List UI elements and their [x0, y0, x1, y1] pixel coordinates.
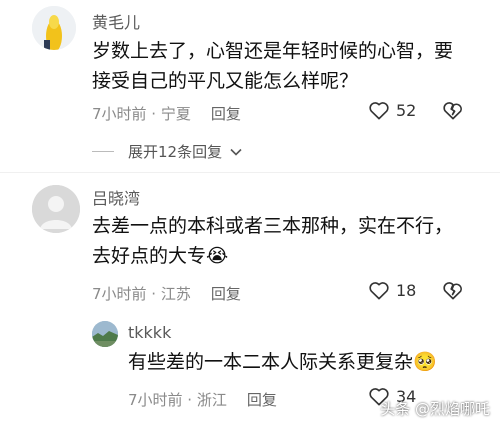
like-count: 52	[396, 100, 417, 120]
broken-heart-icon	[443, 282, 462, 300]
reply-button[interactable]: 回复	[247, 391, 277, 409]
comment-meta: 7小时前 · 宁夏 回复	[92, 103, 241, 124]
reply-button[interactable]: 回复	[211, 285, 241, 303]
expand-replies-label: 展开12条回复	[128, 143, 223, 161]
chevron-down-icon	[230, 148, 242, 156]
reply-button[interactable]: 回复	[211, 105, 241, 123]
dislike-button[interactable]	[442, 280, 464, 304]
comment-text: 有些差的一本二本人际关系更复杂🥺	[128, 347, 488, 377]
like-count: 18	[396, 280, 417, 300]
time-location: 7小时前 · 宁夏	[92, 105, 191, 123]
watermark: 头条 @烈焰哪吒	[380, 400, 490, 418]
heart-icon	[369, 102, 389, 120]
comment-text: 岁数上去了，心智还是年轻时候的心智，要 接受自己的平凡又能怎么样呢？	[92, 36, 492, 96]
default-avatar-icon	[32, 185, 80, 233]
broken-heart-icon	[443, 102, 462, 120]
comment-line: 去好点的大专😭	[92, 245, 229, 267]
avatar[interactable]	[32, 185, 80, 233]
comment-divider	[0, 172, 500, 173]
expand-divider-line	[92, 151, 114, 152]
comment-meta: 7小时前 · 江苏 回复	[92, 283, 241, 304]
like-button[interactable]: 18	[368, 280, 416, 300]
avatar[interactable]	[92, 321, 118, 347]
time-location: 7小时前 · 江苏	[92, 285, 191, 303]
comment-text: 去差一点的本科或者三本那种，实在不行， 去好点的大专😭	[92, 211, 492, 271]
avatar[interactable]	[32, 6, 76, 50]
username[interactable]: tkkkk	[128, 323, 171, 342]
comment-line: 接受自己的平凡又能怎么样呢？	[92, 70, 359, 92]
username[interactable]: 黄毛儿	[92, 9, 140, 33]
comment-meta: 7小时前 · 浙江 回复	[128, 389, 277, 410]
comment-line: 去差一点的本科或者三本那种，实在不行，	[92, 215, 454, 237]
avatar-image	[92, 321, 118, 347]
comment-line: 有些差的一本二本人际关系更复杂🥺	[128, 351, 437, 373]
username[interactable]: 吕晓湾	[92, 185, 140, 209]
expand-replies-button[interactable]: 展开12条回复	[92, 141, 242, 162]
heart-icon	[369, 282, 389, 300]
like-button[interactable]: 52	[368, 100, 416, 120]
comment-line: 岁数上去了，心智还是年轻时候的心智，要	[92, 40, 454, 62]
time-location: 7小时前 · 浙江	[128, 391, 227, 409]
dislike-button[interactable]	[442, 100, 464, 124]
avatar-image	[32, 6, 76, 50]
